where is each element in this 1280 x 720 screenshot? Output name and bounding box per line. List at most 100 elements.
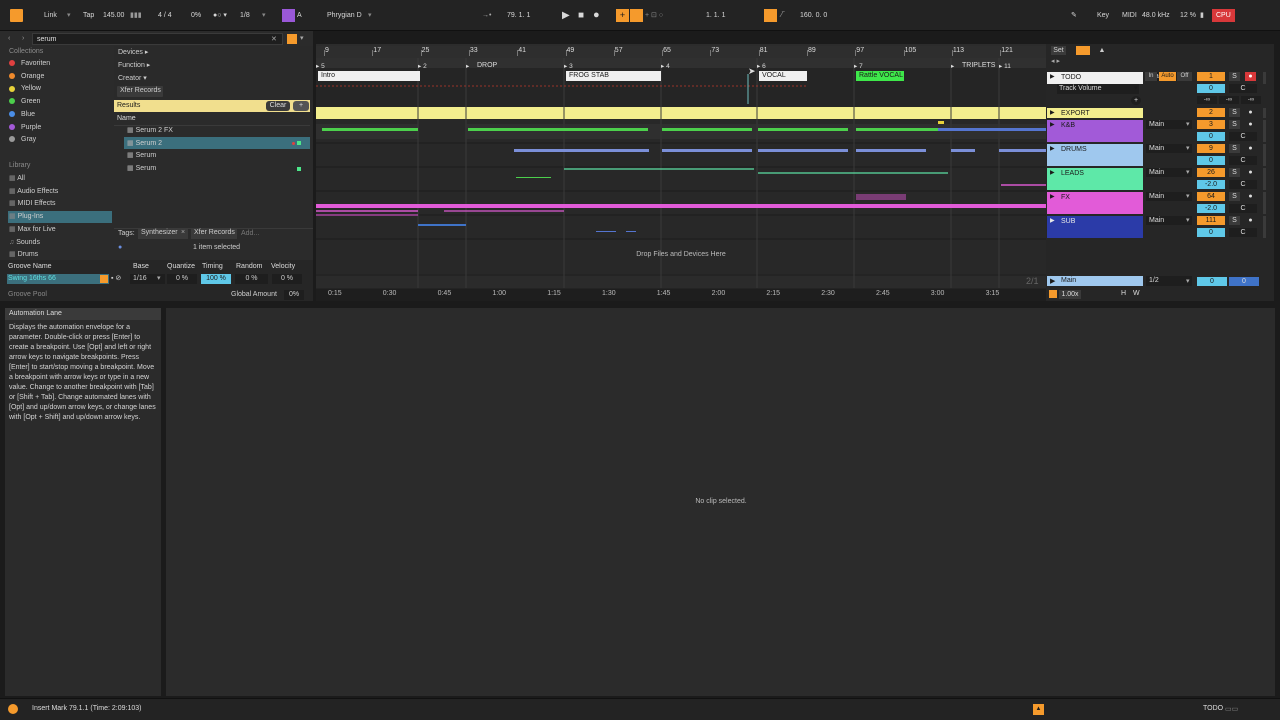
bar-number[interactable]: 97 xyxy=(856,47,864,54)
track-pan[interactable]: C xyxy=(1229,204,1257,213)
library-item[interactable]: ▦ All xyxy=(9,173,25,185)
library-item[interactable]: ▦ Max for Live xyxy=(9,224,56,236)
off-button[interactable]: Off xyxy=(1177,72,1192,81)
width-button[interactable]: W xyxy=(1133,290,1140,297)
search-mode-icon[interactable] xyxy=(287,34,297,44)
library-item[interactable]: ▦ MIDI Effects xyxy=(9,198,56,210)
solo-button[interactable]: S xyxy=(1229,72,1240,81)
lock-icon[interactable]: ▲ xyxy=(1096,46,1108,55)
add-filter-icon[interactable]: + xyxy=(293,101,309,111)
arm-button[interactable]: ● xyxy=(1245,168,1256,177)
section-clip[interactable]: FROG STAB xyxy=(566,71,661,81)
midi-map-button[interactable]: MIDI xyxy=(1122,9,1137,22)
tempo-field[interactable]: 145.00 xyxy=(103,9,124,22)
track-volume[interactable]: 0 xyxy=(1197,228,1225,237)
stop-icon[interactable]: ■ xyxy=(578,9,584,22)
bar-number[interactable]: 33 xyxy=(470,47,478,54)
bar-number[interactable]: 57 xyxy=(615,47,623,54)
search-input[interactable]: serum xyxy=(37,34,56,46)
add-lane-icon[interactable]: + xyxy=(1131,96,1141,105)
bar-number[interactable]: 41 xyxy=(518,47,526,54)
bar-number[interactable]: 17 xyxy=(373,47,381,54)
loop-start-field[interactable]: 1. 1. 1 xyxy=(706,9,725,22)
result-item[interactable]: ▦ Serum xyxy=(127,163,156,175)
filter-creator[interactable]: Creator ▾ xyxy=(118,73,147,85)
track-header[interactable]: TODO xyxy=(1047,72,1143,84)
collection-item[interactable]: Orange xyxy=(9,71,44,83)
section-clip[interactable]: VOCAL xyxy=(759,71,807,81)
main-volume[interactable]: 0 xyxy=(1197,277,1227,286)
back-icon[interactable]: ‹ xyxy=(8,33,10,45)
bar-number[interactable]: 89 xyxy=(808,47,816,54)
info-toggle-icon[interactable] xyxy=(8,704,18,714)
track-fold-icon[interactable]: ▶ xyxy=(1050,169,1055,176)
fold-icon[interactable] xyxy=(1076,46,1090,55)
quantize-dropdown-icon[interactable]: ▾ xyxy=(262,9,266,22)
locator-marker[interactable]: ▸ 11 xyxy=(999,62,1011,70)
capture-icon[interactable]: + ⊡ ○ xyxy=(645,9,663,22)
track-activator[interactable]: 64 xyxy=(1197,192,1225,201)
track-fold-icon[interactable]: ▶ xyxy=(1050,217,1055,224)
arm-button[interactable]: ● xyxy=(1245,72,1256,81)
link-button[interactable]: Link xyxy=(44,9,57,22)
collection-item[interactable]: Purple xyxy=(9,122,41,134)
metronome-icon[interactable]: ●○ ▾ xyxy=(213,9,227,22)
creator-tag-chip[interactable]: Xfer Records xyxy=(117,86,163,97)
overdub-icon[interactable]: + xyxy=(616,9,629,22)
track-fold-icon[interactable]: ▶ xyxy=(1050,121,1055,128)
record-icon[interactable]: ● xyxy=(593,9,600,22)
nudge-icon[interactable]: ▮▮▮ xyxy=(130,9,142,22)
name-column-header[interactable]: Name xyxy=(117,113,136,125)
arm-button[interactable]: ● xyxy=(1245,120,1256,129)
locator-marker[interactable]: ▸ 4 xyxy=(661,62,670,70)
scroll-lock-icon[interactable] xyxy=(1049,290,1057,298)
arm-button[interactable]: ● xyxy=(1245,216,1256,225)
main-track-header[interactable]: Main xyxy=(1047,276,1143,286)
solo-button[interactable]: S xyxy=(1229,144,1240,153)
time-label[interactable]: 1:00 xyxy=(492,290,506,297)
zoom-field[interactable]: 1.00x xyxy=(1059,290,1081,299)
tag-chip-synthesizer[interactable]: Synthesizer × xyxy=(138,228,188,239)
warning-icon[interactable]: ▲ xyxy=(1033,704,1044,715)
time-label[interactable]: 0:30 xyxy=(383,290,397,297)
time-label[interactable]: 1:15 xyxy=(547,290,561,297)
track-pan[interactable]: C xyxy=(1229,156,1257,165)
result-item[interactable]: ▦ Serum 2 xyxy=(127,138,162,150)
remove-tag-icon[interactable]: × xyxy=(181,227,185,239)
bar-number[interactable]: 105 xyxy=(905,47,917,54)
solo-button[interactable]: S xyxy=(1229,108,1240,117)
arm-button[interactable]: ● xyxy=(1245,144,1256,153)
scale-field[interactable]: Phrygian D xyxy=(327,9,362,22)
solo-button[interactable]: S xyxy=(1229,192,1240,201)
track-header[interactable]: SUB xyxy=(1047,216,1143,238)
punch-icon[interactable]: ⁄‾ xyxy=(781,9,785,22)
bar-number[interactable]: 81 xyxy=(760,47,768,54)
groove-timing-field[interactable]: 100 % xyxy=(201,274,231,284)
time-label[interactable]: 0:45 xyxy=(438,290,452,297)
time-label[interactable]: 2:00 xyxy=(712,290,726,297)
arm-button[interactable]: ● xyxy=(1245,108,1256,117)
send-b-value[interactable]: -∞ xyxy=(1219,96,1239,104)
time-signature-field[interactable]: 4 / 4 xyxy=(158,9,172,22)
automation-parameter-select[interactable]: Track Volume xyxy=(1057,84,1139,94)
groove-name[interactable]: Swing 16ths 66 xyxy=(8,274,56,284)
groove-velocity-field[interactable]: 0 % xyxy=(272,274,302,284)
detail-view[interactable]: No clip selected. xyxy=(166,308,1275,696)
bar-number[interactable]: 9 xyxy=(325,47,329,54)
time-label[interactable]: 1:45 xyxy=(657,290,671,297)
set-button[interactable]: Set xyxy=(1051,46,1066,55)
track-activator[interactable]: 3 xyxy=(1197,120,1225,129)
library-item[interactable]: ▦ Plug-Ins xyxy=(9,211,43,223)
track-fold-icon[interactable]: ▶ xyxy=(1050,193,1055,200)
time-label[interactable]: 2:45 xyxy=(876,290,890,297)
quantize-field[interactable]: 1/8 xyxy=(240,9,250,22)
send-c-value[interactable]: -∞ xyxy=(1241,96,1261,104)
pencil-icon[interactable]: ✎ xyxy=(1071,9,1077,22)
play-icon[interactable]: ▶ xyxy=(562,9,570,22)
track-header[interactable]: FX xyxy=(1047,192,1143,214)
library-item[interactable]: ▦ Audio Effects xyxy=(9,186,58,198)
locator-marker[interactable]: ▸ 3 xyxy=(564,62,573,70)
groove-quantize-field[interactable]: 0 % xyxy=(167,274,197,284)
main-pan[interactable]: 0 xyxy=(1229,277,1259,286)
track-fold-icon[interactable]: ▶ xyxy=(1050,145,1055,152)
